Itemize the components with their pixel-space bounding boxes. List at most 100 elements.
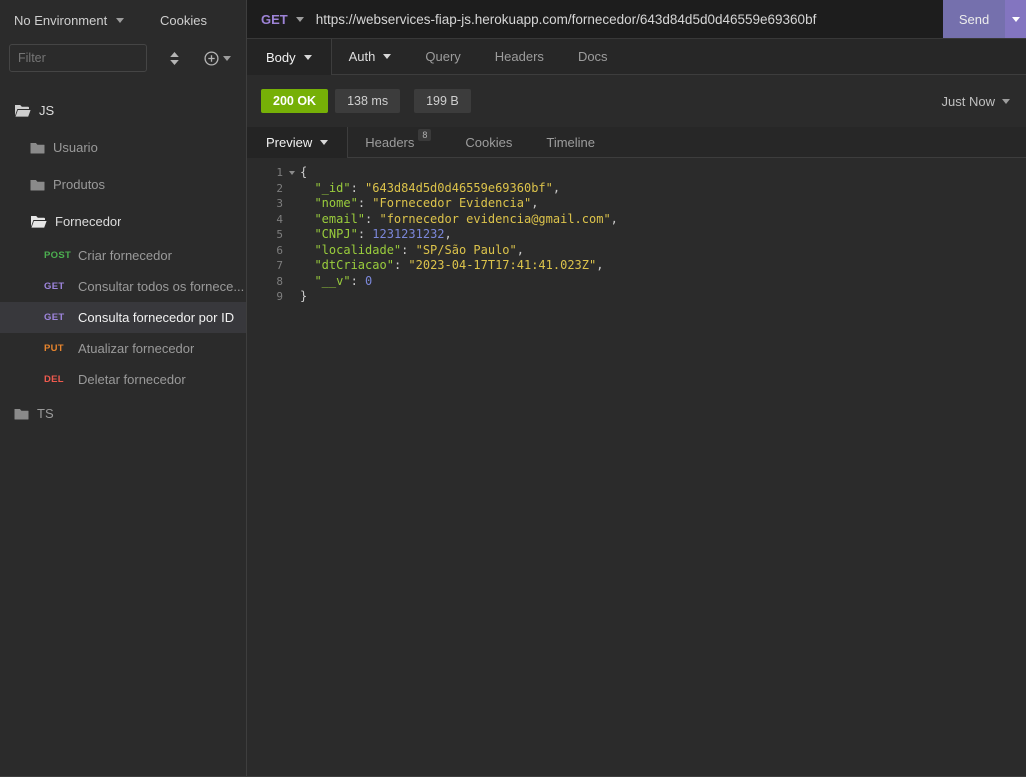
- code-text: {: [300, 165, 307, 181]
- token-num: 0: [365, 273, 373, 288]
- fold-gutter: [283, 289, 300, 305]
- open-folder-icon: [14, 104, 31, 117]
- request-label: Consulta fornecedor por ID: [78, 310, 235, 325]
- sidebar-request-consultar-todos-os-fornece[interactable]: GET Consultar todos os fornece...: [0, 271, 246, 302]
- sidebar-folder-js[interactable]: JS: [0, 92, 246, 129]
- tab-label: Query: [425, 49, 461, 64]
- chevron-down-icon: [1002, 98, 1010, 104]
- fold-gutter: [283, 227, 300, 243]
- request-tab-body[interactable]: Body: [247, 39, 332, 75]
- token-str: "643d84d5d0d46559e69360bf": [365, 180, 553, 195]
- request-tab-query[interactable]: Query: [408, 39, 477, 74]
- response-tab-timeline[interactable]: Timeline: [529, 127, 612, 157]
- code-line: 6 "localidade": "SP/São Paulo",: [247, 243, 1026, 259]
- response-timestamp: Just Now: [941, 93, 995, 109]
- code-text: "_id": "643d84d5d0d46559e69360bf",: [300, 181, 560, 197]
- request-tab-docs[interactable]: Docs: [561, 39, 625, 74]
- code-text: "__v": 0: [300, 274, 372, 290]
- tab-count-badge: 8: [418, 129, 432, 141]
- token-key: "localidade": [314, 242, 402, 257]
- sidebar-request-deletar-fornecedor[interactable]: DEL Deletar fornecedor: [0, 364, 246, 395]
- token-punc: :: [401, 242, 416, 257]
- chevron-down-icon: [288, 170, 295, 175]
- request-tab-headers[interactable]: Headers: [478, 39, 561, 74]
- send-options-button[interactable]: [1005, 0, 1026, 38]
- token-key: "nome": [314, 196, 358, 210]
- request-label: Consultar todos os fornece...: [78, 279, 245, 294]
- response-tab-headers[interactable]: Headers 8: [348, 127, 448, 157]
- token-punc: ,: [516, 242, 524, 257]
- cookies-button[interactable]: Cookies: [160, 0, 207, 40]
- token-num: 1231231232: [372, 227, 445, 241]
- sort-icon: [170, 51, 179, 65]
- request-label: Deletar fornecedor: [78, 372, 186, 387]
- request-label: Atualizar fornecedor: [78, 341, 195, 356]
- chevron-down-icon: [1011, 16, 1020, 22]
- tab-label: Body: [266, 49, 296, 65]
- response-body-viewer: 1{2 "_id": "643d84d5d0d46559e69360bf", 3 …: [247, 158, 1026, 776]
- chevron-down-icon: [116, 17, 125, 23]
- tab-label: Headers: [365, 134, 415, 150]
- response-history-dropdown[interactable]: Just Now: [942, 94, 1010, 109]
- filter-row: [0, 40, 246, 76]
- response-tab-cookies[interactable]: Cookies: [448, 127, 529, 157]
- sidebar-request-atualizar-fornecedor[interactable]: PUT Atualizar fornecedor: [0, 333, 246, 364]
- chevron-down-icon: [295, 16, 304, 22]
- method-selector[interactable]: GET: [261, 12, 304, 27]
- sidebar-request-consulta-fornecedor-por-id[interactable]: GET Consulta fornecedor por ID: [0, 302, 246, 333]
- line-number: 9: [276, 290, 283, 303]
- send-button[interactable]: Send: [943, 0, 1005, 38]
- response-tab-preview[interactable]: Preview: [247, 127, 349, 158]
- token-str: "Fornecedor Evidencia": [372, 196, 532, 210]
- response-size-badge: 199 B: [414, 89, 471, 113]
- sidebar-folder-usuario[interactable]: Usuario: [0, 129, 246, 166]
- request-tab-auth[interactable]: Auth: [332, 39, 409, 74]
- url-bar: GET https://webservices-fiap-js.herokuap…: [247, 0, 1026, 39]
- line-number: 6: [276, 243, 283, 257]
- line-number: 1: [276, 166, 283, 179]
- tab-label: Cookies: [465, 134, 513, 150]
- closed-folder-icon: [14, 408, 29, 419]
- token-key: "email": [314, 211, 366, 226]
- token-punc: :: [357, 227, 373, 241]
- filter-input[interactable]: [9, 44, 147, 72]
- line-number: 8: [276, 274, 283, 288]
- fold-toggle[interactable]: [283, 165, 300, 181]
- token-punc: :: [350, 180, 366, 195]
- request-tabs: Body Auth Query Headers Docs: [247, 39, 1026, 75]
- code-text: "email": "fornecedor evidencia@gmail.com…: [300, 211, 617, 228]
- sidebar-folder-produtos[interactable]: Produtos: [0, 166, 246, 203]
- open-folder-icon: [31, 216, 47, 228]
- plus-circle-icon: [204, 50, 219, 66]
- add-menu-button[interactable]: [204, 50, 231, 66]
- line-number: 7: [276, 259, 283, 272]
- sort-button[interactable]: [169, 51, 180, 66]
- tab-label: Preview: [266, 135, 313, 150]
- token-punc: :: [365, 211, 380, 226]
- closed-folder-icon: [30, 142, 45, 154]
- code-line: 1{: [247, 165, 1026, 181]
- closed-folder-icon: [30, 179, 45, 191]
- url-input[interactable]: https://webservices-fiap-js.herokuapp.co…: [316, 12, 943, 27]
- sidebar-folder-ts[interactable]: TS: [0, 395, 246, 432]
- closed-folder-icon: [30, 142, 45, 153]
- token-str: "2023-04-17T17:41:41.023Z": [408, 258, 597, 272]
- code-line: 8 "__v": 0: [247, 274, 1026, 290]
- code-line: 9}: [247, 289, 1026, 305]
- closed-folder-icon: [14, 408, 29, 420]
- method-badge: GET: [44, 281, 65, 292]
- collections-tree: JS Usuario Produtos Fornecedor POST Criar for…: [0, 76, 246, 432]
- fold-gutter: [283, 212, 300, 228]
- sidebar-folder-fornecedor[interactable]: Fornecedor: [0, 203, 246, 240]
- token-punc: :: [393, 258, 409, 272]
- tab-label: Docs: [577, 49, 608, 64]
- token-punc: ,: [596, 258, 604, 272]
- sidebar-request-criar-fornecedor[interactable]: POST Criar fornecedor: [0, 240, 246, 271]
- fold-gutter: [283, 181, 300, 197]
- token-key: "dtCriacao": [314, 258, 394, 272]
- open-folder-icon: [15, 105, 31, 117]
- method-badge: GET: [44, 312, 65, 323]
- environment-selector[interactable]: No Environment: [14, 0, 125, 40]
- code-text: "CNPJ": 1231231232,: [300, 227, 451, 243]
- code-line: 7 "dtCriacao": "2023-04-17T17:41:41.023Z…: [247, 258, 1026, 274]
